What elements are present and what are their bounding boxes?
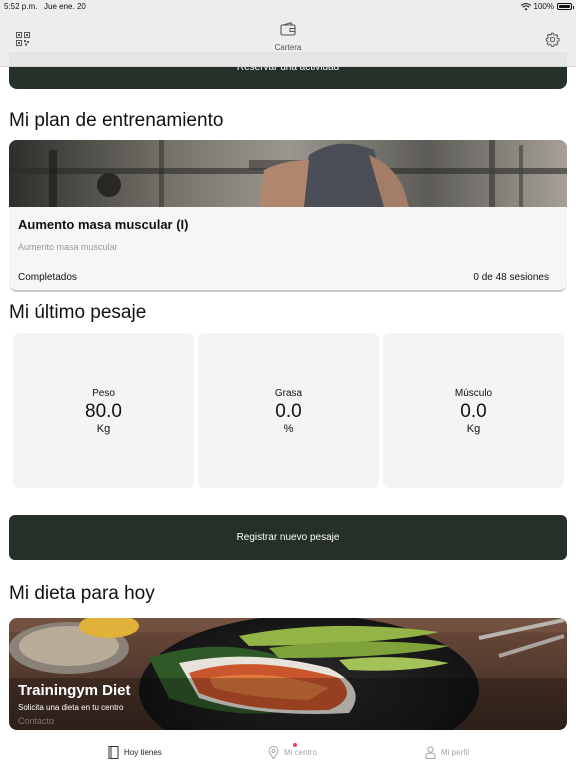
diet-food-image (9, 618, 567, 730)
muscle-card[interactable]: Músculo 0.0 Kg (383, 333, 564, 488)
diet-card[interactable]: Trainingym Diet Solicita una dieta en tu… (9, 618, 567, 730)
gear-icon[interactable] (545, 32, 560, 47)
notification-badge (293, 743, 297, 747)
weight-unit: Kg (96, 423, 111, 435)
weight-card[interactable]: Peso 80.0 Kg (13, 333, 194, 488)
wallet-icon (280, 22, 296, 36)
location-pin-icon (268, 746, 279, 759)
status-time: 5:52 p.m. Jue ene. 20 (4, 2, 86, 11)
muscle-label: Músculo (454, 388, 493, 399)
sessions-count: 0 de 48 sesiones (473, 272, 549, 283)
muscle-value: 0.0 (460, 401, 487, 422)
battery-icon (557, 3, 574, 10)
training-section-title: Mi plan de entrenamiento (9, 110, 224, 131)
training-plan-image (9, 140, 567, 207)
muscle-unit: Kg (466, 423, 481, 435)
diet-section-title: Mi dieta para hoy (9, 583, 155, 604)
weight-value: 80.0 (85, 401, 122, 422)
tab-hoy-tienes[interactable]: Hoy tienes (108, 746, 162, 759)
fat-card[interactable]: Grasa 0.0 % (198, 333, 379, 488)
book-icon (108, 746, 119, 759)
status-bar: 5:52 p.m. Jue ene. 20 100% (0, 0, 576, 12)
tab-mi-centro[interactable]: Mi centro (268, 743, 317, 759)
diet-contact-link[interactable]: Contacto (18, 716, 54, 726)
status-date: Jue ene. 20 (44, 2, 86, 11)
fat-value: 0.0 (275, 401, 302, 422)
tab-mi-perfil-label: Mi perfil (441, 748, 470, 757)
plan-subtitle: Aumento masa muscular (18, 242, 118, 252)
tab-mi-perfil[interactable]: Mi perfil (425, 746, 469, 759)
plan-title: Aumento masa muscular (I) (18, 217, 189, 232)
tab-mi-centro-label: Mi centro (284, 748, 317, 757)
completed-label: Completados (18, 272, 77, 283)
weight-label: Peso (92, 388, 115, 399)
diet-title: Trainingym Diet (18, 682, 131, 699)
fat-label: Grasa (274, 388, 303, 399)
tab-hoy-tienes-label: Hoy tienes (124, 748, 162, 757)
wifi-icon (520, 2, 531, 10)
wallet-label: Cartera (274, 43, 302, 52)
top-navigation-bar: 5:52 p.m. Jue ene. 20 100% Cartera (0, 0, 576, 67)
fat-unit: % (283, 423, 294, 435)
status-right: 100% (520, 2, 574, 11)
battery-percent: 100% (533, 2, 554, 11)
wallet-button[interactable]: Cartera (0, 22, 576, 52)
bottom-tab-bar: Hoy tienes Mi centro Mi perfil (0, 738, 576, 768)
person-icon (425, 746, 436, 759)
register-weigh-in-button[interactable]: Registrar nuevo pesaje (9, 515, 567, 560)
training-plan-card[interactable]: Aumento masa muscular (I) Aumento masa m… (9, 140, 567, 292)
weigh-section-title: Mi último pesaje (9, 302, 147, 323)
diet-subtitle: Solicita una dieta en tu centro (18, 703, 124, 712)
